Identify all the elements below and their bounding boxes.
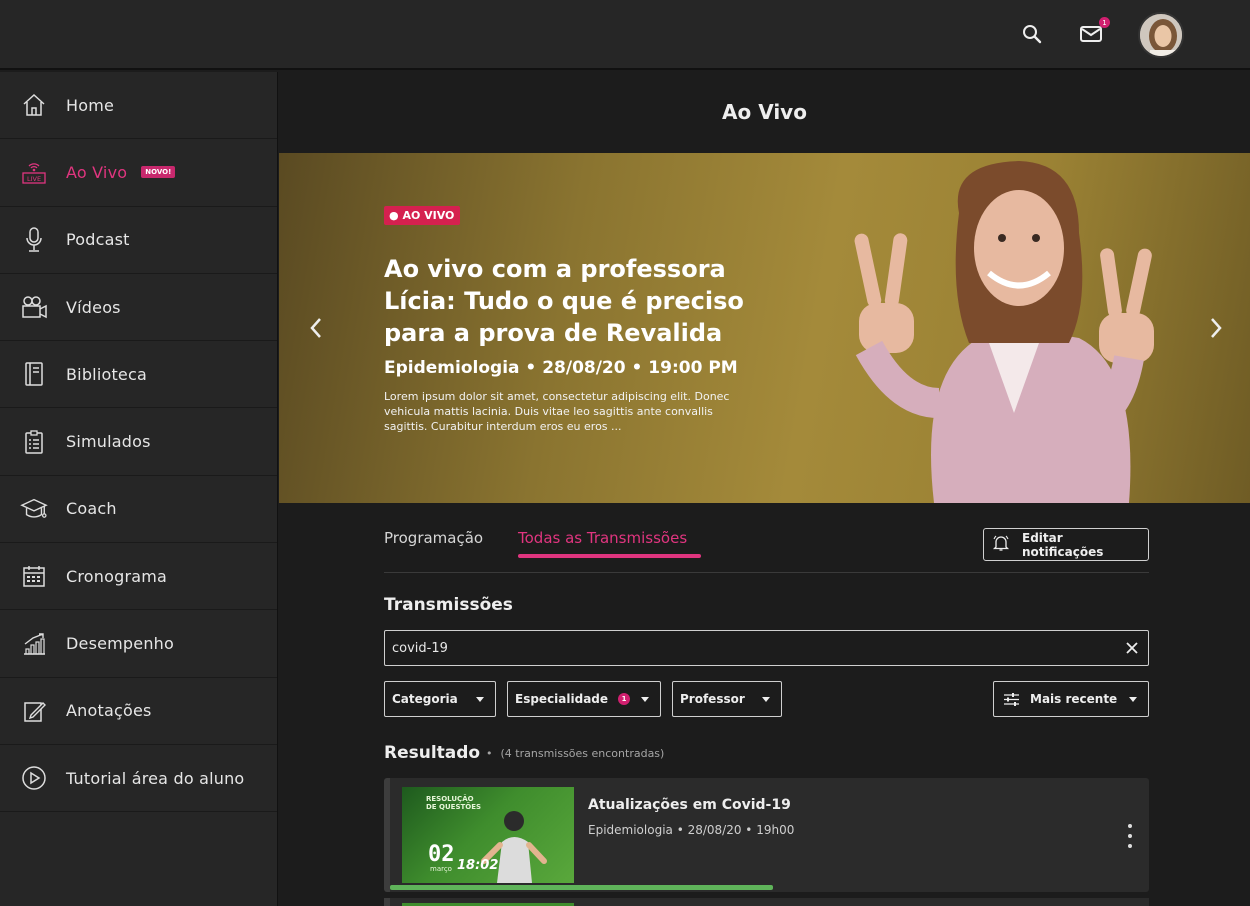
hero-title: Ao vivo com a professora Lícia: Tudo o q… <box>384 255 744 347</box>
edit-notifications-button[interactable]: Editar notificações <box>983 528 1149 561</box>
svg-text:LIVE: LIVE <box>27 175 41 183</box>
filter-count-badge: 1 <box>618 693 631 705</box>
sidebar: Home LIVE Ao Vivo NOVO! Podcast Vídeos B… <box>0 72 278 906</box>
active-tab-indicator <box>518 554 701 558</box>
bell-icon <box>992 534 1010 555</box>
video-camera-icon <box>20 293 48 321</box>
search-icon[interactable] <box>1018 20 1046 48</box>
thumbnail-heading: RESOLUÇÃO DE QUESTÕES <box>426 795 482 811</box>
more-options-icon[interactable] <box>1125 824 1135 848</box>
sidebar-item-coach[interactable]: Coach <box>0 476 277 544</box>
hero-banner[interactable]: ● AO VIVO Ao vivo com a professora Lícia… <box>279 153 1250 503</box>
tab-programacao[interactable]: Programação <box>384 529 483 547</box>
sidebar-item-ao-vivo[interactable]: LIVE Ao Vivo NOVO! <box>0 139 277 207</box>
mail-badge: 1 <box>1099 17 1110 28</box>
play-circle-icon <box>20 764 48 792</box>
sidebar-item-tutorial[interactable]: Tutorial área do aluno <box>0 745 277 813</box>
hero-next-arrow[interactable] <box>1204 313 1228 343</box>
chevron-down-icon <box>762 697 770 702</box>
hero-description: Lorem ipsum dolor sit amet, consectetur … <box>384 390 730 433</box>
sidebar-item-anotacoes[interactable]: Anotações <box>0 678 277 745</box>
presenter-image <box>839 153 1169 503</box>
transmission-title: Atualizações em Covid-19 <box>588 797 791 813</box>
transmission-meta: Epidemiologia • 28/08/20 • 19h00 <box>588 823 795 837</box>
calendar-icon <box>20 562 48 590</box>
transmissions-heading: Transmissões <box>384 595 513 615</box>
filter-professor[interactable]: Professor <box>672 681 782 717</box>
search-field <box>384 630 1149 666</box>
hero-prev-arrow[interactable] <box>304 313 328 343</box>
graduation-cap-icon <box>20 495 48 523</box>
chart-icon <box>20 630 48 658</box>
live-badge: ● AO VIVO <box>384 206 461 225</box>
transmission-card[interactable]: RESOLUÇÃO DE QUESTÕES 02 março 18:02 Atu… <box>384 778 1149 892</box>
live-icon: LIVE <box>20 158 48 186</box>
tab-todas-transmissoes[interactable]: Todas as Transmissões <box>518 529 687 547</box>
sidebar-item-biblioteca[interactable]: Biblioteca <box>0 341 277 409</box>
page-title: Ao Vivo <box>722 100 807 124</box>
top-bar: 1 <box>0 0 1250 70</box>
watch-progress-bar <box>390 885 773 890</box>
sliders-icon <box>1003 692 1020 707</box>
chevron-down-icon <box>476 697 484 702</box>
results-count: • (4 transmissões encontradas) <box>486 747 665 760</box>
chevron-down-icon <box>1129 697 1137 702</box>
transmission-card[interactable] <box>384 898 1149 906</box>
main-content: Ao Vivo ● AO VIVO Ao vivo com a professo… <box>279 72 1250 906</box>
microphone-icon <box>20 226 48 254</box>
new-badge: NOVO! <box>141 166 176 179</box>
search-input[interactable] <box>392 640 1112 656</box>
transmission-thumbnail: RESOLUÇÃO DE QUESTÕES 02 março 18:02 <box>402 787 574 883</box>
sidebar-item-simulados[interactable]: Simulados <box>0 408 277 476</box>
home-icon <box>20 91 48 119</box>
close-icon[interactable] <box>1123 639 1141 657</box>
results-heading: Resultado <box>384 743 481 763</box>
clipboard-icon <box>20 428 48 456</box>
sort-select[interactable]: Mais recente <box>993 681 1149 717</box>
sidebar-item-desempenho[interactable]: Desempenho <box>0 610 277 678</box>
sidebar-item-podcast[interactable]: Podcast <box>0 207 277 274</box>
mail-icon[interactable]: 1 <box>1077 17 1110 48</box>
sidebar-item-videos[interactable]: Vídeos <box>0 274 277 342</box>
filter-especialidade[interactable]: Especialidade 1 <box>507 681 661 717</box>
book-icon <box>20 360 48 388</box>
hero-meta: Epidemiologia • 28/08/20 • 19:00 PM <box>384 358 738 378</box>
user-avatar[interactable] <box>1138 12 1184 58</box>
sidebar-item-cronograma[interactable]: Cronograma <box>0 543 277 611</box>
chevron-down-icon <box>641 697 649 702</box>
filter-categoria[interactable]: Categoria <box>384 681 496 717</box>
note-icon <box>20 697 48 725</box>
sidebar-item-home[interactable]: Home <box>0 72 277 140</box>
